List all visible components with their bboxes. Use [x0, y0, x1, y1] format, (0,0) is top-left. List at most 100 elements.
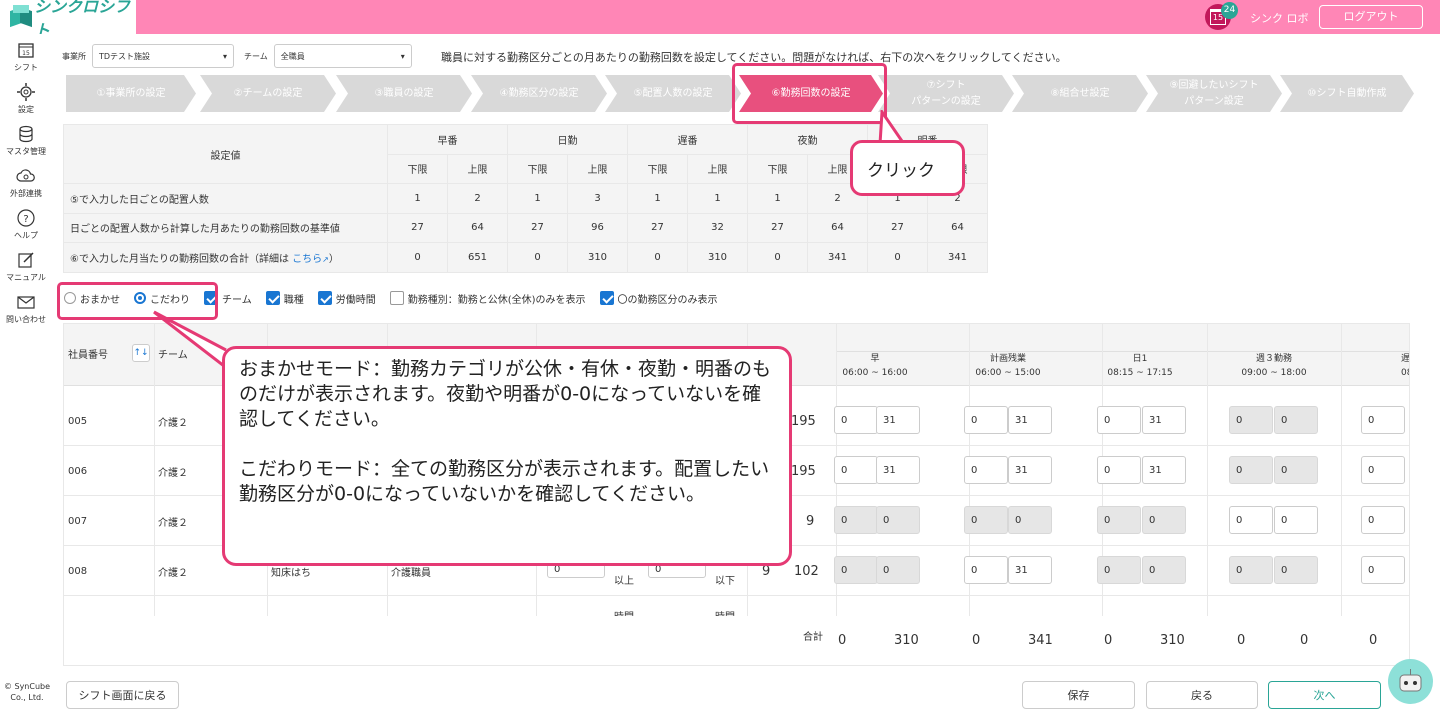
step-1[interactable]: ①事業所の設定 — [66, 75, 196, 112]
next-button[interactable]: 次へ — [1268, 681, 1381, 709]
step-10[interactable]: ⑩シフト自動作成 — [1280, 75, 1414, 112]
max-input[interactable]: 31 — [1008, 456, 1052, 484]
max-input: 0 — [1274, 456, 1318, 484]
step-4[interactable]: ④勤務区分の設定 — [471, 75, 607, 112]
step-7[interactable]: ⑦シフト パターンの設定 — [878, 75, 1014, 112]
sidebar-item-settings[interactable]: 設定 — [0, 82, 52, 115]
svg-text:15: 15 — [22, 50, 30, 57]
group-header: 遅番 — [627, 124, 748, 155]
min-input[interactable]: 0 — [1361, 506, 1405, 534]
min-input[interactable]: 0 — [834, 456, 878, 484]
value-cell: 27 — [747, 212, 808, 243]
min-input[interactable]: 0 — [964, 456, 1008, 484]
sidebar-label-settings: 設定 — [18, 105, 34, 114]
total-cell: 102 — [794, 563, 819, 579]
max-input[interactable]: 0 — [1274, 506, 1318, 534]
row-label-end: ） — [328, 253, 339, 265]
click-callout: クリック — [850, 140, 965, 196]
step-2[interactable]: ②チームの設定 — [200, 75, 336, 112]
sidebar-label-contact: 問い合わせ — [6, 315, 46, 324]
min-input[interactable]: 0 — [834, 406, 878, 434]
value-cell: 64 — [927, 212, 988, 243]
value-cell: 0 — [867, 242, 928, 273]
team-select[interactable]: 全職員 ▾ — [273, 44, 412, 68]
min-input[interactable]: 0 — [1229, 506, 1273, 534]
value-cell: 2 — [447, 183, 508, 214]
min-input[interactable]: 0 — [1361, 406, 1405, 434]
step-8[interactable]: ⑧組合せ設定 — [1012, 75, 1148, 112]
min-input[interactable]: 0 — [964, 556, 1008, 584]
sum-value: 0 — [1300, 633, 1309, 648]
details-link[interactable]: こちら — [292, 254, 322, 265]
min-input[interactable]: 0 — [1361, 456, 1405, 484]
office-select[interactable]: TDテスト施設 ▾ — [92, 44, 234, 68]
value-cell: 27 — [867, 212, 928, 243]
min-input[interactable]: 0 — [1097, 456, 1141, 484]
max-input[interactable]: 31 — [1008, 556, 1052, 584]
settings-row: ⑥で入力した月当たりの勤務回数の合計（詳細は こちら↗） 0 651 0 310 0 31… — [63, 242, 988, 273]
office-label: 事業所 — [62, 51, 86, 61]
min-input: 0 — [834, 506, 878, 534]
sidebar-item-contact[interactable]: 問い合わせ — [0, 292, 52, 325]
back-to-shift-button[interactable]: シフト画面に戻る — [66, 681, 179, 709]
max-input[interactable]: 31 — [1008, 406, 1052, 434]
gear-icon — [17, 83, 35, 101]
min-input[interactable]: 0 — [964, 406, 1008, 434]
copyright: © SynCube Co., Ltd. — [3, 682, 51, 702]
team-cell: 介護２ — [158, 417, 188, 429]
shift-name: 遅番 — [1401, 354, 1410, 364]
sum-row: 合計 0 310 0 341 0 310 0 0 0 — [64, 616, 1409, 665]
max-input[interactable]: 31 — [1142, 406, 1186, 434]
job-checkbox[interactable]: 職種 — [265, 291, 304, 306]
sidebar-item-help[interactable]: ? ヘルプ — [0, 208, 52, 241]
max-input: 0 — [1142, 506, 1186, 534]
max-input[interactable]: 31 — [1142, 456, 1186, 484]
kind-checkbox[interactable]: 勤務種別：勤務と公休(全休)のみを表示 — [389, 291, 586, 306]
sidebar-label-manual: マニュアル — [6, 273, 46, 282]
shift-head: 週３勤務 09:00 ~ 18:00 — [1209, 352, 1339, 380]
max-input[interactable]: 31 — [876, 456, 920, 484]
step-9[interactable]: ⑨回避したいシフト パターン設定 — [1146, 75, 1282, 112]
chatbot-robot-icon[interactable] — [1388, 659, 1433, 704]
value-cell: 27 — [507, 212, 568, 243]
max-input[interactable]: 31 — [876, 406, 920, 434]
sidebar-item-manual[interactable]: マニュアル — [0, 250, 52, 283]
top-bar: シンクロシフト 15 24 シンク ロボ ログアウト — [0, 0, 1440, 40]
sidebar-item-shift[interactable]: 15 シフト — [0, 40, 52, 73]
row-label: 日ごとの配置人数から計算した月あたりの勤務回数の基準値 — [63, 212, 388, 243]
sub-low: 下限 — [507, 153, 568, 184]
step-5[interactable]: ⑤配置人数の設定 — [605, 75, 741, 112]
max-input: 0 — [1274, 406, 1318, 434]
shift-time: 06:00 ~ 16:00 — [842, 368, 908, 378]
row-label: ⑤で入力した日ごとの配置人数 — [63, 183, 388, 214]
value-cell: 3 — [567, 183, 628, 214]
sum-value: 310 — [1160, 633, 1185, 648]
help-icon: ? — [17, 209, 35, 227]
circle-checkbox[interactable]: 〇の勤務区分のみ表示 — [599, 291, 718, 306]
value-cell: 310 — [687, 242, 748, 273]
logout-button[interactable]: ログアウト — [1319, 5, 1423, 29]
sidebar-label-shift: シフト — [14, 63, 38, 72]
sort-icon[interactable]: ↑↓ — [132, 344, 150, 362]
value-cell: 1 — [687, 183, 748, 214]
max-unit: 以下 — [715, 576, 735, 587]
table-row-partial: 時間 時間 — [64, 596, 1409, 623]
value-cell: 341 — [927, 242, 988, 273]
edit-icon — [18, 252, 34, 268]
shift-time: 08:15 ~ 17:15 — [1107, 368, 1173, 378]
shift-name: 日1 — [1132, 354, 1148, 364]
shift-head: 日1 08:15 ~ 17:15 — [1075, 352, 1205, 380]
settings-table: 設定値 早番 日勤 遅番 夜勤 明番 下限 上限 下限 上限 下限 上限 下限 … — [63, 124, 988, 273]
save-button[interactable]: 保存 — [1022, 681, 1135, 709]
notification-badge: 24 — [1221, 2, 1238, 19]
sidebar-item-integration[interactable]: 外部連携 — [0, 166, 52, 199]
app-logo[interactable]: シンクロシフト — [0, 0, 136, 40]
sidebar-item-master[interactable]: マスタ管理 — [0, 124, 52, 157]
min-input[interactable]: 0 — [1361, 556, 1405, 584]
shift-head: 計画残業 06:00 ~ 15:00 — [943, 352, 1073, 380]
shift-name: 計画残業 — [989, 354, 1026, 364]
hours-checkbox[interactable]: 労働時間 — [317, 291, 376, 306]
back-button[interactable]: 戻る — [1146, 681, 1258, 709]
step-3[interactable]: ③職員の設定 — [336, 75, 472, 112]
min-input[interactable]: 0 — [1097, 406, 1141, 434]
